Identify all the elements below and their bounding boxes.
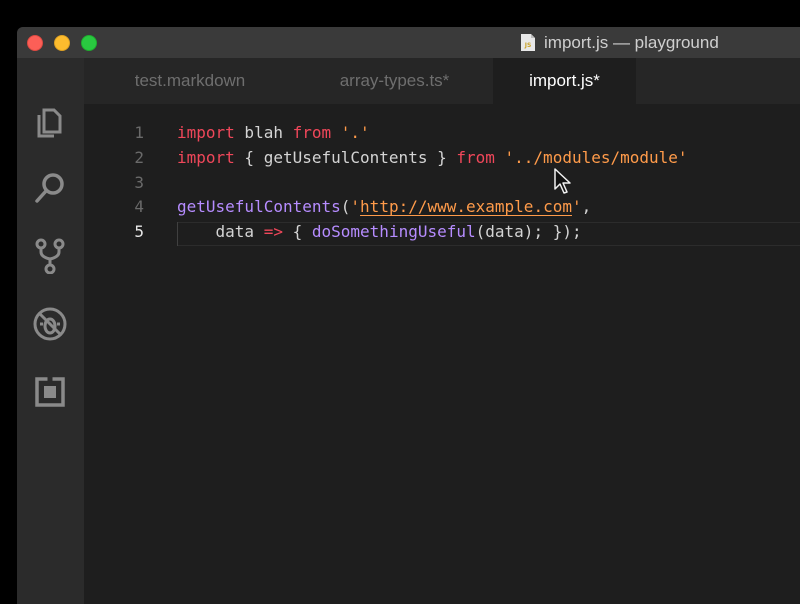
- tab-array-types-ts[interactable]: array-types.ts*: [296, 58, 493, 104]
- code-token: {: [282, 222, 312, 241]
- minimize-window-button[interactable]: [54, 35, 70, 51]
- tab-bar: test.markdown array-types.ts* import.js*: [84, 58, 800, 104]
- line-number: 4: [134, 197, 144, 217]
- code-token: import: [177, 123, 235, 142]
- code-token: ': [350, 197, 361, 217]
- code-line: getUsefulContents('http://www.example.co…: [177, 195, 591, 219]
- activity-bar: [17, 58, 84, 604]
- tab-label: test.markdown: [134, 71, 246, 90]
- source-control-icon[interactable]: [32, 238, 68, 274]
- editor-window: JS import.js — playground test.markdown …: [17, 27, 800, 604]
- code-token: from: [456, 147, 495, 167]
- code-token: ,: [581, 197, 592, 217]
- line-number: 1: [134, 123, 144, 142]
- title-bar: JS import.js — playground: [17, 27, 800, 58]
- zoom-window-button[interactable]: [81, 35, 97, 51]
- code-token: from: [292, 123, 332, 142]
- code-token: { getUsefulContents }: [234, 147, 457, 167]
- line-number: 3: [134, 172, 144, 192]
- window-title: import.js — playground: [544, 32, 719, 52]
- code-line: data => { doSomethingUseful(data); });: [177, 220, 582, 244]
- code-token: http://www.example.com: [360, 197, 572, 217]
- code-editor[interactable]: 12345 import blah from '.' import { getUs…: [84, 104, 800, 604]
- code-token: blah: [234, 123, 293, 142]
- tab-label: import.js*: [529, 71, 600, 90]
- search-icon[interactable]: [32, 170, 68, 206]
- code-token: '../modules/module': [494, 147, 688, 167]
- code-token: doSomethingUseful: [311, 222, 476, 241]
- debug-icon[interactable]: [32, 306, 68, 342]
- extensions-icon[interactable]: [32, 374, 68, 410]
- code-token: =>: [263, 222, 283, 241]
- window-title-group: JS import.js — playground: [521, 27, 719, 58]
- tab-test-markdown[interactable]: test.markdown: [84, 58, 296, 104]
- code-line: import { getUsefulContents } from '../mo…: [177, 146, 688, 170]
- explorer-icon[interactable]: [32, 102, 68, 138]
- tab-label: array-types.ts*: [339, 71, 450, 90]
- close-window-button[interactable]: [27, 35, 43, 51]
- line-number: 5: [134, 222, 144, 241]
- code-token: data: [177, 222, 264, 241]
- line-number: 2: [134, 147, 144, 167]
- tab-import-js[interactable]: import.js*: [493, 58, 636, 104]
- code-token: ': [571, 197, 582, 217]
- js-file-icon-label: JS: [524, 42, 532, 49]
- code-token: '.': [331, 123, 370, 142]
- code-token: (data); });: [475, 222, 582, 241]
- code-line: import blah from '.': [177, 121, 370, 145]
- code-token: getUsefulContents: [177, 197, 341, 217]
- code-token: (: [340, 197, 351, 217]
- js-file-icon: JS: [521, 34, 535, 51]
- mouse-cursor-icon: [554, 168, 571, 194]
- code-token: import: [177, 147, 235, 167]
